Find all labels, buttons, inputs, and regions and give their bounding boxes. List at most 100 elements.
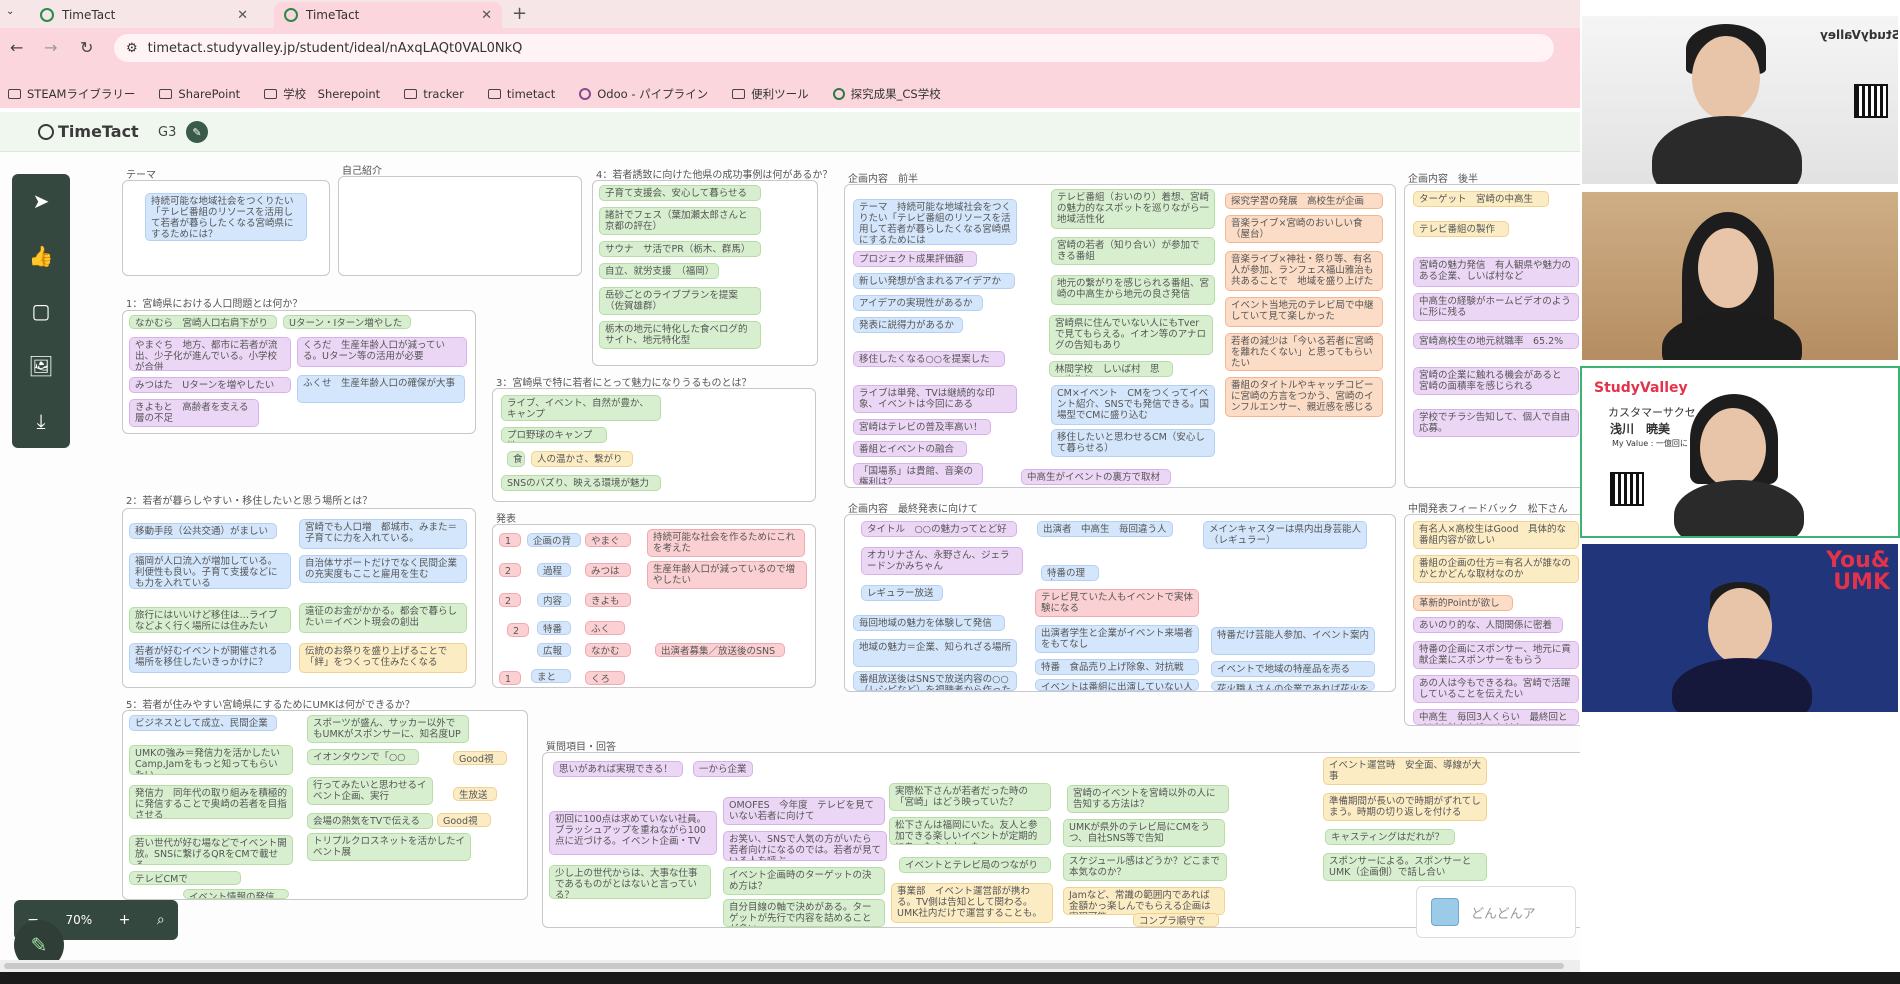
sticky-note[interactable]: 実際松下さんが若者だった時の「宮崎」はどう映っていた？ <box>889 783 1051 811</box>
sticky-note[interactable]: 音楽ライブ×宮崎のおいしい食（屋台） <box>1225 215 1383 243</box>
sticky-note[interactable]: 出演者 中高生 毎回違う人 <box>1037 521 1173 537</box>
sticky-note[interactable]: 特番の企画にスポンサー、地元に貢献企業にスポンサーをもらう <box>1413 641 1579 669</box>
sticky-note[interactable]: 2分 <box>499 593 521 607</box>
frame-plan-first-half[interactable]: テーマ 持続可能な地域社会をつくりたい「テレビ番組のリソースを活用して若者が暮ら… <box>844 184 1396 488</box>
sticky-note[interactable]: UMKが県外のテレビ局にCMをうつ、自社SNS等で告知 <box>1063 819 1225 847</box>
sticky-note[interactable]: 松下さんは福岡にいた。友人と参加できる楽しいイベントが定期的にあったらよかった。 <box>889 817 1051 845</box>
sticky-note[interactable]: 福岡が人口流入が増加している。利便性も良い。子育て支援などにも力を入れている <box>129 553 291 589</box>
sticky-note[interactable]: テレビ見ていた人もイベントで実体験になる <box>1035 589 1199 617</box>
sticky-note[interactable]: 事業部 イベント運営部が携わる。TV側は告知として関わる。UMK社内だけで運営す… <box>891 883 1053 923</box>
sticky-note[interactable]: 2分 <box>507 623 529 637</box>
sticky-note[interactable]: 移動手段（公共交通）がましい <box>129 523 277 539</box>
sticky-note[interactable]: 宮崎のイベントを宮崎以外の人に告知する方法は？ <box>1067 785 1229 813</box>
sticky-note[interactable]: OMOFES 今年度 テレビを見ていない若者に向けて <box>723 797 885 825</box>
sticky-note[interactable]: あいのり的な、人間関係に密着 <box>1413 617 1563 633</box>
frame-presentation[interactable]: 1分 企画の背景 やまぐち 持続可能な社会を作るためにこれを考えた 2分 過程 … <box>492 524 816 688</box>
tab-search-icon[interactable]: ⌄ <box>6 6 14 17</box>
sticky-note[interactable]: Good視点 <box>437 813 491 827</box>
sticky-note[interactable]: 特番だけ芸能人参加、イベント案内 <box>1211 627 1375 655</box>
sticky-note[interactable]: Uターン・Iターン増やしたい <box>283 315 411 329</box>
sticky-note[interactable]: 食 <box>507 451 525 467</box>
thumbs-up-icon[interactable]: 👍 <box>24 239 58 273</box>
sticky-note[interactable]: 過程 <box>537 563 571 577</box>
sticky-note[interactable]: 毎回地域の魅力を体験して発信 <box>853 615 1005 631</box>
sticky-note[interactable]: イベントとテレビ局のつながり <box>899 857 1051 873</box>
bookmark-odoo[interactable]: Odoo - パイプライン <box>579 86 708 102</box>
frame-theme[interactable]: 持続可能な地域社会をつくりたい「テレビ番組のリソースを活用して若者が暮らしたくな… <box>122 180 330 276</box>
sticky-note[interactable]: プロ野球のキャンプ地 <box>501 427 607 443</box>
sticky-note[interactable]: ふくせ 生産年齢人口の確保が大事 <box>297 375 465 403</box>
sticky-note[interactable]: スポーツが盛ん、サッカー以外でもUMKがスポンサーに、知名度UP <box>307 715 469 743</box>
sticky-note[interactable]: テレビCMでJam,Camp <box>129 871 241 885</box>
sticky-note[interactable]: 宮崎の魅力発信 有人観県や魅力のある企業、しいば村など <box>1413 257 1579 287</box>
sticky-note[interactable]: イオンタウンで「○○フェア」 <box>307 749 419 765</box>
sticky-note[interactable]: キャスティングはだれが？ <box>1325 829 1455 845</box>
sticky-note[interactable]: 特番の理由 <box>1041 565 1099 581</box>
sticky-note[interactable]: 自分目線の軸で決めがある。ターゲットが先行で内容を詰めることが多い <box>723 899 885 927</box>
zoom-in-icon[interactable]: + <box>119 912 131 928</box>
sticky-note[interactable]: UMKの強み＝発信力を活かしたいCamp,Jamをもっと知ってもらいたい <box>129 745 293 775</box>
sticky-note[interactable]: みつはた <box>585 563 631 577</box>
sticky-note[interactable]: あの人は今もできるね。宮崎で活躍していることを伝えたい <box>1413 675 1579 703</box>
bookmark-school-sharepoint[interactable]: 学校 Sherepoint <box>264 86 380 102</box>
sticky-note[interactable]: 思いがあれば実現できる！ <box>553 761 683 777</box>
sticky-note[interactable]: 自治体サポートだけでなく民間企業の充実度もここと雇用を生む <box>299 555 467 583</box>
sticky-note[interactable]: イベント運営時 安全面、導線が大事 <box>1323 757 1487 785</box>
video-tile-4[interactable]: You& UMK <box>1580 542 1900 714</box>
select-cursor-icon[interactable]: ➤ <box>24 184 58 218</box>
frame-q4[interactable]: 子育て支援会、安心して暮らせる 諸計でフェス（葉加瀬太郎さんと京都の評在） サウ… <box>592 180 818 366</box>
sticky-note[interactable]: 栃木の地元に特化した食ベログ的サイト、地元特化型 <box>599 321 761 349</box>
sticky-note[interactable]: 広報 <box>537 643 571 657</box>
sticky-note[interactable]: 地元の繋がりを感じられる番組、宮崎の中高生から地元の良さ発信 <box>1051 275 1215 305</box>
sticky-note[interactable]: イベントで地域の特産品を売る <box>1211 661 1375 677</box>
bookmark-steam[interactable]: STEAMライブラリー <box>8 86 135 102</box>
sticky-note[interactable]: 「国場系」は貴館、音楽の権利は？ <box>853 463 983 485</box>
frame-self-intro[interactable] <box>338 176 582 276</box>
sticky-note[interactable]: ターゲット 宮崎の中高生 <box>1413 191 1549 207</box>
zoom-fit-icon[interactable]: ⌕ <box>157 912 165 928</box>
sticky-note[interactable]: ふくせ <box>585 621 625 635</box>
sticky-note[interactable]: 番組とイベントの融合 <box>853 441 967 457</box>
sticky-note[interactable]: 諸計でフェス（葉加瀬太郎さんと京都の評在） <box>599 207 761 235</box>
sticky-note[interactable]: 遠征のお金がかかる。都会で暮らしたい＝イベント現会の創出 <box>299 603 467 633</box>
sticky-note[interactable]: 一から企業 <box>693 761 753 777</box>
sticky-note[interactable]: 移住したいと思わせるCM（安心して暮らせる） <box>1051 429 1215 457</box>
bookmark-sharepoint[interactable]: SharePoint <box>159 87 240 101</box>
sticky-note[interactable]: 特番 食品売り上げ除象、対抗戦 <box>1035 659 1199 675</box>
sticky-note[interactable]: メインキャスターは県内出身芸能人（レギュラー） <box>1203 521 1367 549</box>
close-icon[interactable]: ✕ <box>237 8 248 23</box>
sticky-note[interactable]: 新しい発想が含まれるアイデアか <box>853 273 1015 289</box>
frame-q3[interactable]: ライブ、イベント、自然が豊か、キャンプ プロ野球のキャンプ地 食 人の温かさ、繋… <box>492 388 816 502</box>
bookmark-cs-school[interactable]: 探究成果_CS学校 <box>832 86 941 102</box>
sticky-note[interactable]: 旅行にはいいけど移住は…ライブなどよく行く場所には住みたい <box>129 607 291 633</box>
sticky-note[interactable]: 企画の背景 <box>527 533 581 547</box>
sticky-note[interactable]: きよもと <box>585 593 631 607</box>
sticky-note[interactable]: 中高生の経験がホームビデオのように形に残る <box>1413 293 1579 321</box>
sticky-note[interactable]: 若者の減少は「今いる若者に宮崎を離れたくない」と思ってもらいたい <box>1225 333 1383 371</box>
sticky-note[interactable]: 生産年齢人口が減っているので増やしたい <box>647 561 807 589</box>
frame-q1[interactable]: なかむら 宮崎人口右肩下がり Uターン・Iターン増やしたい やまぐち 地方、都市… <box>122 310 476 434</box>
sticky-note[interactable]: Good視点 <box>453 751 507 765</box>
sticky-note[interactable]: 番組の企画の仕方＝有名人が誰なのかとかどんな取材なのか <box>1413 555 1579 583</box>
sticky-note[interactable]: 林間学校 しいば村 思い出作り <box>1049 361 1173 377</box>
sticky-note[interactable]: テレビ番組の製作 <box>1413 221 1509 237</box>
sticky-note[interactable]: なかむら <box>585 643 631 657</box>
sticky-note[interactable]: SNSのバズり、映える環境が魅力 <box>501 475 661 491</box>
timetact-logo[interactable]: TimeTact <box>38 122 139 141</box>
sticky-note[interactable]: 宮崎高校生の地元就職率 65.2% <box>1413 333 1579 349</box>
sticky-note[interactable]: 生放送 <box>453 787 497 801</box>
sticky-note[interactable]: イベント情報の発信 <box>183 889 289 899</box>
sticky-note[interactable]: 発信力 同年代の取り組みを積極的に発信することで奥崎の若者を目指させる <box>129 785 293 819</box>
image-add-icon[interactable]: 🖼 <box>24 349 58 383</box>
sticky-note[interactable]: 宮崎でも人口増 都城市、みまた＝子育てに力を入れている。 <box>299 519 467 549</box>
bookmark-tracker[interactable]: tracker <box>404 87 464 101</box>
sticky-note[interactable]: 出演者募集／放送後のSNS <box>655 643 785 657</box>
sticky-note[interactable]: お笑い、SNSで人気の方がいたら若者向けになるのでは。若者が見ている人を呼ぶ <box>723 831 887 861</box>
sticky-note[interactable]: 革新的Pointが欲しい <box>1413 595 1513 611</box>
sticky-note[interactable]: 2分 <box>499 563 521 577</box>
tab-2[interactable]: TimeTact ✕ <box>274 2 502 28</box>
sticky-note[interactable]: ライブは単発、TVは継続的な印象、イベントは今回にある <box>853 385 1017 413</box>
sticky-note[interactable]: イベント当地元のテレビ局で中継していて見て楽しかった <box>1225 297 1383 327</box>
sticky-note[interactable]: 中高生がイベントの裏方で取材 <box>1021 469 1171 485</box>
sticky-note[interactable]: 地域の魅力＝企業、知られざる場所 <box>853 639 1017 667</box>
